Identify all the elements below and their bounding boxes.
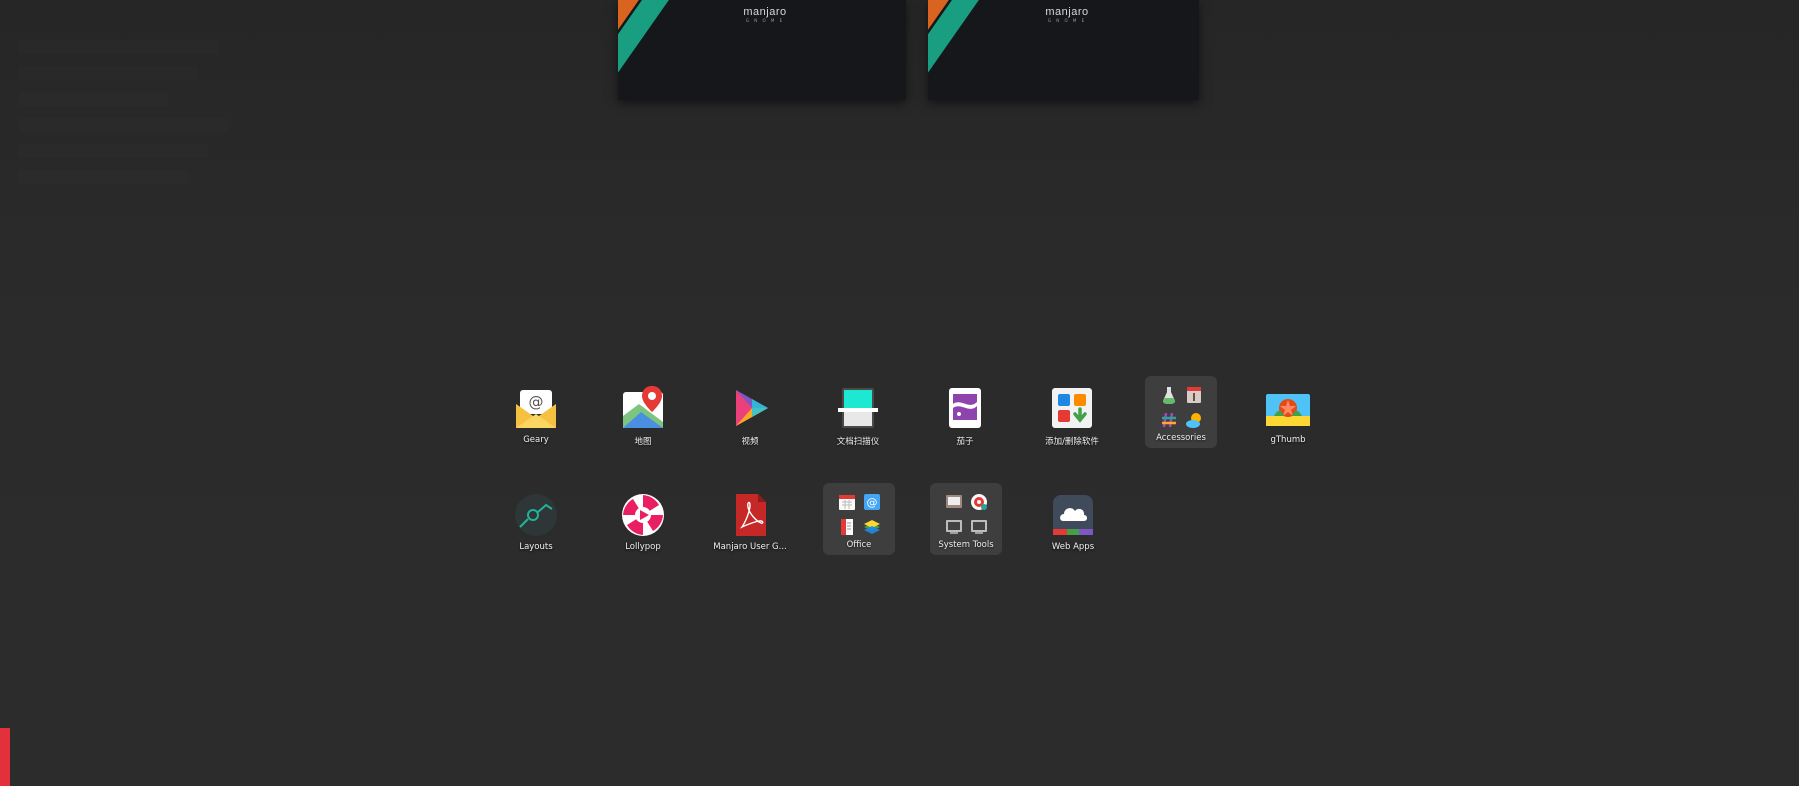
app-label: Geary — [523, 435, 549, 445]
app-label: Web Apps — [1051, 542, 1095, 552]
document-icon — [837, 517, 857, 537]
cloud-web-icon — [1051, 493, 1095, 537]
contacts-icon: @ — [862, 492, 882, 512]
app-grid: @ Geary 地图 视频 文档扫描仪 茄子 添加/删除软件 Accessori… — [0, 0, 1799, 786]
app-label: 茄子 — [956, 437, 974, 447]
document-scanner-icon — [836, 386, 880, 430]
cheese-camera-icon — [943, 386, 987, 430]
svg-text:@: @ — [529, 393, 544, 411]
software-manager-icon — [1050, 386, 1094, 430]
folder-preview — [1158, 384, 1204, 430]
corner-indicator — [0, 728, 10, 786]
app-label: 视频 — [741, 437, 759, 447]
svg-text:@: @ — [866, 496, 877, 509]
folder-preview — [943, 491, 989, 537]
app-label: Layouts — [519, 542, 553, 552]
folder-system-tools[interactable]: System Tools — [930, 483, 1002, 555]
app-geary[interactable]: @ Geary — [500, 379, 572, 451]
gthumb-image-icon — [1266, 386, 1310, 430]
app-videos[interactable]: 视频 — [714, 379, 786, 451]
weather-icon — [1184, 410, 1204, 430]
app-label: Lollypop — [625, 542, 661, 552]
folder-label: System Tools — [938, 540, 994, 550]
app-maps[interactable]: 地图 — [607, 379, 679, 451]
app-label: 地图 — [634, 437, 652, 447]
folder-office[interactable]: @ Office — [823, 483, 895, 555]
app-gthumb[interactable]: gThumb — [1252, 379, 1324, 451]
terminal-icon — [944, 517, 964, 537]
app-label: Manjaro User G... — [713, 542, 787, 552]
calendar-icon — [837, 492, 857, 512]
system-monitor-icon — [969, 517, 989, 537]
app-label: gThumb — [1270, 435, 1306, 445]
folder-label: Office — [846, 540, 872, 550]
app-cheese[interactable]: 茄子 — [929, 379, 1001, 451]
lollypop-icon — [621, 493, 665, 537]
app-web-apps[interactable]: Web Apps — [1037, 486, 1109, 558]
folder-accessories[interactable]: Accessories — [1145, 376, 1217, 448]
maps-pin-icon — [621, 386, 665, 430]
folder-label: Accessories — [1156, 433, 1206, 443]
app-document-scanner[interactable]: 文档扫描仪 — [822, 379, 894, 451]
app-label: 文档扫描仪 — [836, 437, 880, 447]
folder-preview: @ — [836, 491, 882, 537]
app-manjaro-user-guide[interactable]: Manjaro User G... — [713, 486, 787, 558]
hashtag-icon — [1159, 410, 1179, 430]
video-play-icon — [728, 386, 772, 430]
pdf-document-icon — [728, 493, 772, 537]
app-software-manager[interactable]: 添加/删除软件 — [1036, 379, 1108, 451]
disk-usage-icon — [969, 492, 989, 512]
mail-envelope-icon: @ — [514, 386, 558, 430]
layouts-icon — [514, 493, 558, 537]
app-lollypop[interactable]: Lollypop — [607, 486, 679, 558]
app-layouts[interactable]: Layouts — [500, 486, 572, 558]
monitor-icon — [944, 492, 964, 512]
archive-icon — [1184, 385, 1204, 405]
app-label: 添加/删除软件 — [1045, 437, 1099, 447]
layers-icon — [862, 517, 882, 537]
flask-icon — [1159, 385, 1179, 405]
